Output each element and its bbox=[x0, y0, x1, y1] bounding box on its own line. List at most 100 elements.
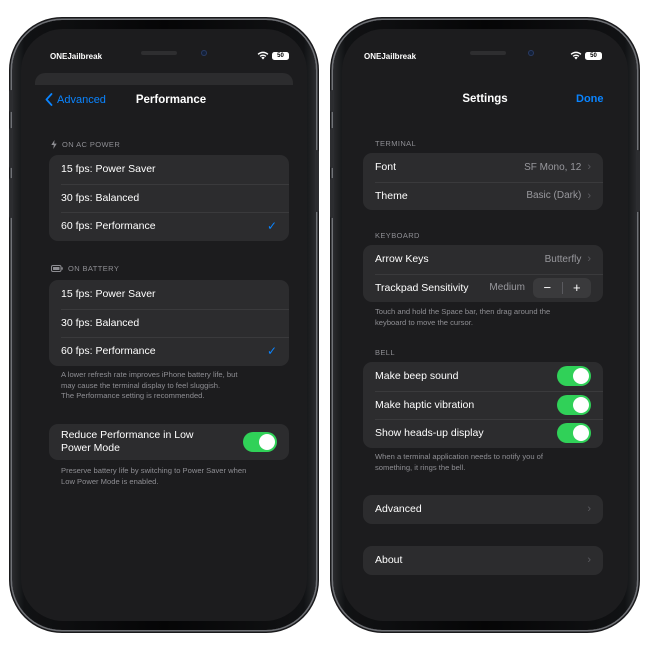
status-carrier: ONEJailbreak bbox=[50, 52, 103, 61]
arrow-keys-value-text: Butterfly bbox=[544, 253, 582, 265]
advanced-chevron: › bbox=[587, 503, 591, 515]
bell-group: Make beep sound Make haptic vibration Sh… bbox=[363, 362, 603, 448]
option-label: 30 fps: Balanced bbox=[61, 316, 140, 329]
font-row[interactable]: Font SF Mono, 12 › bbox=[363, 153, 603, 182]
ac-section-title: ON AC POWER bbox=[62, 140, 121, 149]
about-label: About bbox=[375, 554, 403, 567]
battery-option-60fps[interactable]: 60 fps: Performance ✓ bbox=[49, 337, 289, 366]
low-power-footer-note: Preserve battery life by switching to Po… bbox=[61, 466, 291, 487]
battery-footer-note: A lower refresh rate improves iPhone bat… bbox=[61, 370, 291, 402]
arrow-keys-value: Butterfly › bbox=[545, 253, 591, 265]
increment-button[interactable]: + bbox=[563, 278, 592, 298]
front-camera bbox=[528, 50, 534, 56]
mute-switch bbox=[9, 90, 13, 112]
wifi-icon bbox=[257, 51, 269, 60]
keyboard-group: Arrow Keys Butterfly › Trackpad Sensitivi… bbox=[363, 245, 603, 302]
terminal-group: Font SF Mono, 12 › Theme Basic (Dark) › bbox=[363, 153, 603, 210]
beep-sound-label: Make beep sound bbox=[375, 370, 459, 383]
footer-line: may cause the terminal display to feel s… bbox=[61, 380, 221, 390]
volume-up-button bbox=[330, 128, 334, 168]
volume-down-button bbox=[9, 178, 13, 218]
theme-value-text: Basic (Dark) bbox=[526, 190, 582, 202]
label-line: Reduce Performance in Low bbox=[61, 429, 194, 441]
ac-option-15fps[interactable]: 15 fps: Power Saver bbox=[49, 155, 289, 184]
font-label: Font bbox=[375, 161, 397, 174]
beep-sound-row: Make beep sound bbox=[363, 362, 603, 391]
trackpad-value: Medium bbox=[489, 282, 525, 294]
trackpad-label: Trackpad Sensitivity bbox=[375, 281, 469, 294]
chevron-left-icon bbox=[45, 93, 53, 106]
ac-option-30fps[interactable]: 30 fps: Balanced bbox=[49, 183, 289, 213]
font-value: SF Mono, 12 › bbox=[524, 161, 591, 173]
status-carrier: ONEJailbreak bbox=[364, 52, 417, 61]
haptic-vibration-label: Make haptic vibration bbox=[375, 398, 475, 411]
mute-switch bbox=[330, 90, 334, 112]
keyboard-section-header: KEYBOARD bbox=[375, 231, 420, 240]
footer-line: something, it rings the bell. bbox=[375, 462, 466, 472]
footer-line: The Performance setting is recommended. bbox=[61, 391, 205, 400]
page-title: Performance bbox=[135, 94, 207, 106]
chevron-right-icon: › bbox=[587, 161, 591, 174]
trackpad-sensitivity-row: Trackpad Sensitivity Medium − + bbox=[363, 273, 603, 303]
checkmark-icon: ✓ bbox=[266, 344, 277, 359]
volume-down-button bbox=[330, 178, 334, 218]
heads-up-display-toggle[interactable] bbox=[557, 423, 591, 444]
side-button bbox=[315, 150, 319, 212]
chevron-right-icon: › bbox=[587, 503, 591, 516]
theme-label: Theme bbox=[375, 189, 408, 202]
about-row[interactable]: About › bbox=[363, 546, 603, 575]
back-button[interactable]: Advanced bbox=[45, 93, 106, 106]
low-power-toggle[interactable] bbox=[243, 432, 277, 452]
battery-option-15fps[interactable]: 15 fps: Power Saver bbox=[49, 280, 289, 309]
about-group: About › bbox=[363, 546, 603, 575]
heads-up-display-label: Show heads-up display bbox=[375, 427, 484, 440]
theme-row[interactable]: Theme Basic (Dark) › bbox=[363, 181, 603, 211]
option-label: 30 fps: Balanced bbox=[61, 191, 140, 204]
footer-line: When a terminal application needs to not… bbox=[375, 452, 544, 461]
ac-options-group: 15 fps: Power Saver 30 fps: Balanced 60 … bbox=[49, 155, 289, 241]
keyboard-footer-note: Touch and hold the Space bar, then drag … bbox=[375, 307, 605, 328]
footer-line: Preserve battery life by switching to Po… bbox=[61, 466, 247, 475]
left-screen: ONEJailbreak 50 Advanced Performance ON … bbox=[21, 29, 307, 621]
bolt-icon bbox=[51, 140, 57, 149]
heads-up-display-row: Show heads-up display bbox=[363, 419, 603, 448]
chevron-right-icon: › bbox=[587, 253, 591, 266]
about-chevron: › bbox=[587, 554, 591, 566]
beep-sound-toggle[interactable] bbox=[557, 366, 591, 387]
decrement-button[interactable]: − bbox=[533, 278, 562, 298]
battery-section-header: ON BATTERY bbox=[51, 264, 119, 273]
bell-section-header: BELL bbox=[375, 348, 395, 357]
advanced-row[interactable]: Advanced › bbox=[363, 495, 603, 524]
battery-level-icon: 50 bbox=[272, 52, 289, 60]
battery-option-30fps[interactable]: 30 fps: Balanced bbox=[49, 308, 289, 338]
arrow-keys-label: Arrow Keys bbox=[375, 253, 429, 266]
page-title: Settings bbox=[462, 93, 508, 105]
battery-level-icon: 50 bbox=[585, 52, 602, 60]
done-button[interactable]: Done bbox=[576, 93, 604, 105]
option-label: 15 fps: Power Saver bbox=[61, 288, 156, 301]
right-screen: ONEJailbreak 50 Settings Done TERMINAL F… bbox=[342, 29, 628, 621]
low-power-row: Reduce Performance in Low Power Mode bbox=[49, 424, 289, 460]
battery-icon bbox=[51, 265, 63, 272]
advanced-group: Advanced › bbox=[363, 495, 603, 524]
haptic-vibration-toggle[interactable] bbox=[557, 394, 591, 415]
ac-option-60fps[interactable]: 60 fps: Performance ✓ bbox=[49, 212, 289, 241]
back-button-label: Advanced bbox=[57, 93, 106, 106]
option-label: 60 fps: Performance bbox=[61, 220, 156, 233]
advanced-label: Advanced bbox=[375, 503, 422, 516]
label-line: Power Mode bbox=[61, 442, 120, 454]
bell-footer-note: When a terminal application needs to not… bbox=[375, 452, 605, 473]
footer-line: A lower refresh rate improves iPhone bat… bbox=[61, 370, 238, 379]
footer-line: Touch and hold the Space bar, then drag … bbox=[375, 307, 551, 316]
speaker-grille bbox=[141, 51, 177, 55]
terminal-section-header: TERMINAL bbox=[375, 139, 417, 148]
arrow-keys-row[interactable]: Arrow Keys Butterfly › bbox=[363, 245, 603, 274]
low-power-group: Reduce Performance in Low Power Mode bbox=[49, 424, 289, 460]
battery-section-title: ON BATTERY bbox=[68, 264, 120, 273]
theme-value: Basic (Dark) › bbox=[526, 190, 591, 202]
ac-section-header: ON AC POWER bbox=[51, 140, 120, 149]
side-button bbox=[636, 150, 640, 212]
footer-line: keyboard to move the cursor. bbox=[375, 317, 473, 327]
haptic-vibration-row: Make haptic vibration bbox=[363, 390, 603, 420]
low-power-label: Reduce Performance in Low Power Mode bbox=[61, 429, 194, 455]
